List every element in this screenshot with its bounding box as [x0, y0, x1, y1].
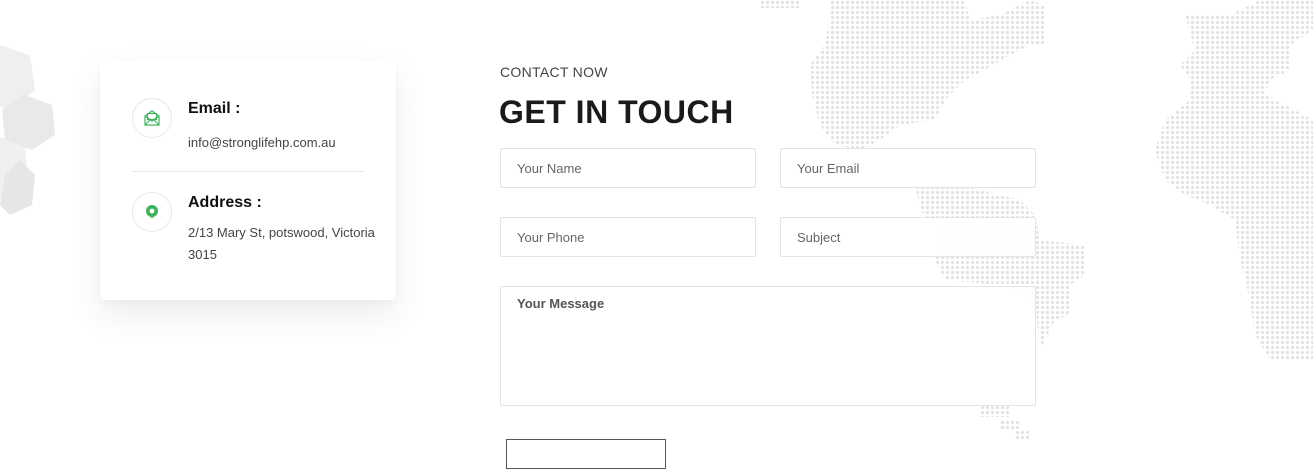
contact-info-card: Email : info@stronglifehp.com.au Address… [100, 61, 396, 300]
divider [132, 171, 364, 172]
map-pin-icon [132, 192, 172, 232]
address-text: 2/13 Mary St, potswood, Victoria 3015 [188, 225, 375, 262]
envelope-icon [132, 98, 172, 138]
message-textarea[interactable] [500, 286, 1036, 406]
email-input[interactable] [780, 148, 1036, 188]
subject-input[interactable] [780, 217, 1036, 257]
hexagon-decoration [0, 45, 55, 215]
email-title: Email : [188, 100, 241, 117]
phone-input[interactable] [500, 217, 756, 257]
email-address[interactable]: info@stronglifehp.com.au [188, 132, 378, 154]
name-input[interactable] [500, 148, 756, 188]
section-title: GET IN TOUCH [499, 94, 734, 130]
section-eyebrow: CONTACT NOW [500, 64, 608, 80]
address-title: Address : [188, 194, 262, 211]
